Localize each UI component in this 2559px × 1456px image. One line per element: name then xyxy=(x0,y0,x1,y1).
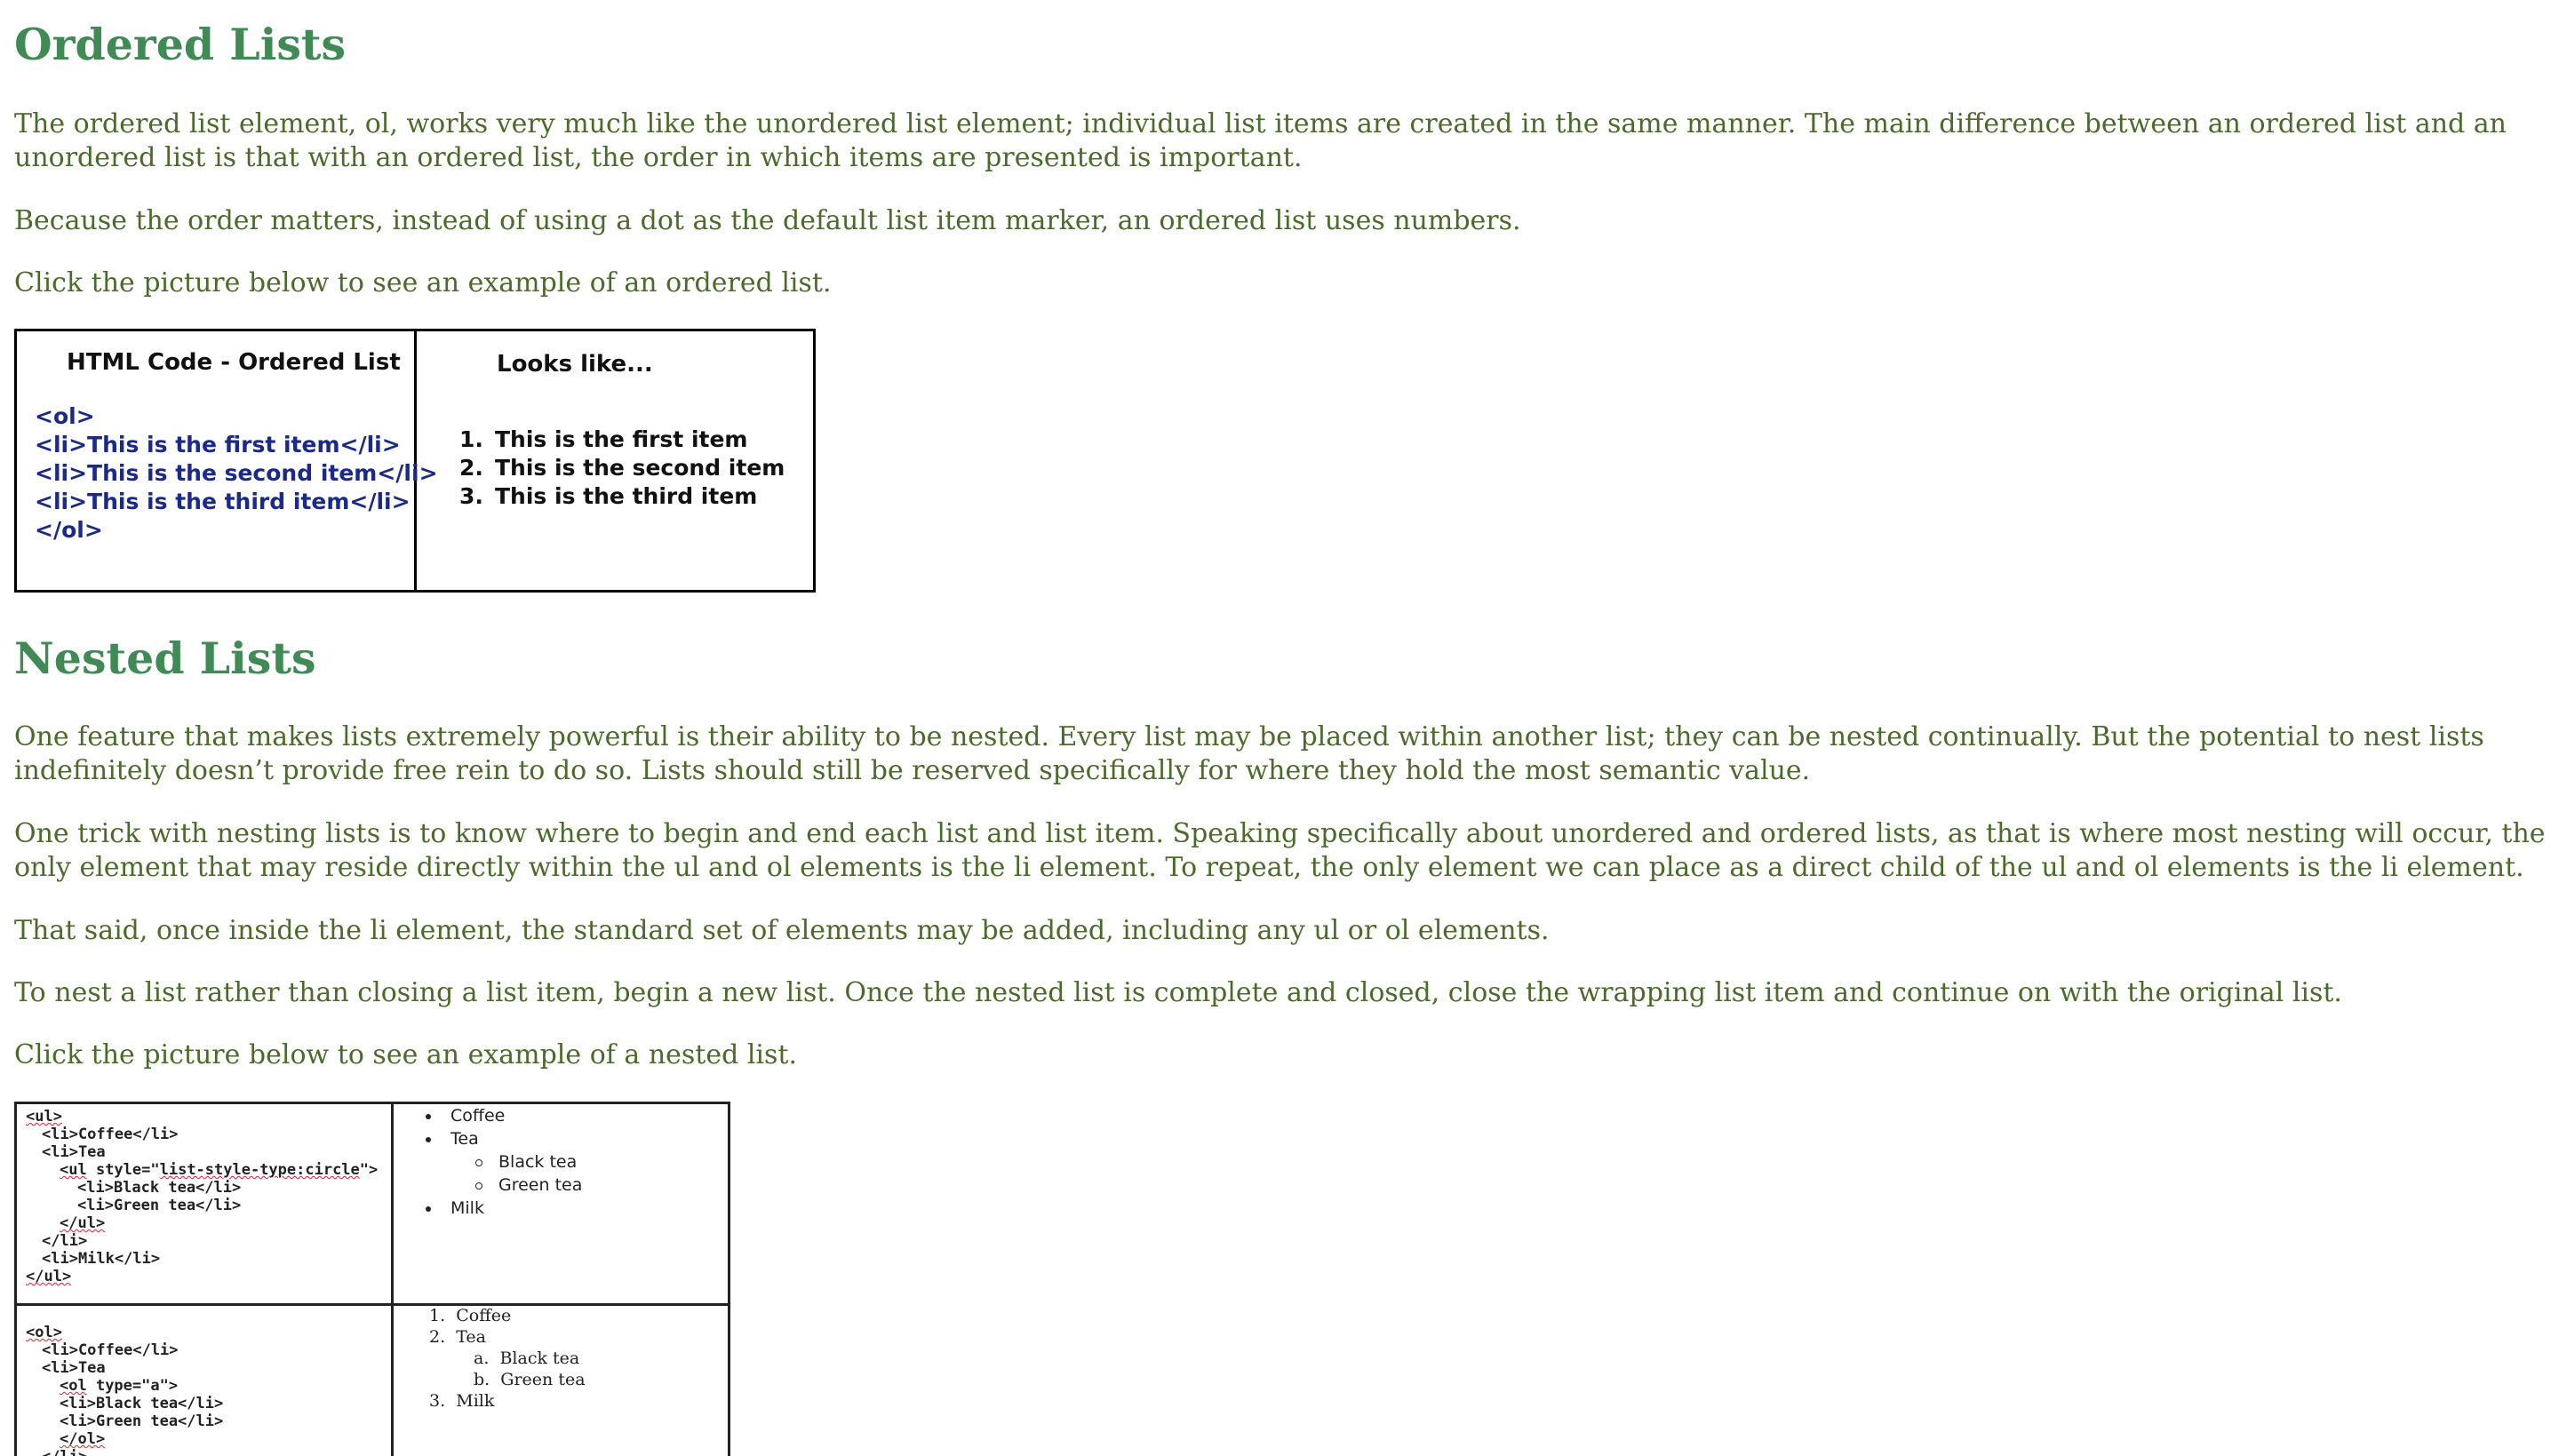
code-line: <li>Tea xyxy=(42,1359,106,1377)
page: Ordered Lists The ordered list element, … xyxy=(0,0,2559,1456)
circle-bullet-icon xyxy=(475,1182,482,1189)
rendered-list-item: 3. This is the third item xyxy=(459,483,758,509)
code-line: <ul> xyxy=(26,1108,62,1126)
ordered-lists-heading: Ordered Lists xyxy=(14,19,347,70)
nested-ol-render-panel: 1. Coffee 2. Tea a. Black tea b. Green t… xyxy=(394,1306,728,1456)
code-line: <li>This is the third item</li> xyxy=(35,489,411,514)
nested-lists-heading: Nested Lists xyxy=(14,633,316,684)
code-lines: <ol> <li>This is the first item</li> <li… xyxy=(35,402,438,545)
ordered-paragraph-1: The ordered list element, ol, works very… xyxy=(14,108,2507,173)
nested-ul-render-panel: Coffee Tea Black tea Green tea Milk xyxy=(394,1104,728,1303)
code-line: <li>Black tea</li> xyxy=(77,1179,242,1197)
rendered-list-item: Tea xyxy=(426,1129,479,1149)
code-line: </ul> xyxy=(26,1268,72,1285)
nested-paragraph-2: One trick with nesting lists is to know … xyxy=(14,818,2546,883)
code-line: </li> xyxy=(42,1232,88,1250)
disc-bullet-icon xyxy=(426,1113,431,1119)
rendered-ordered-list: 1. This is the first item 2. This is the s… xyxy=(459,426,785,511)
code-line: <ol type="a"> xyxy=(60,1377,179,1395)
nested-paragraph-1: One feature that makes lists extremely p… xyxy=(14,721,2484,786)
rendered-list-item: 1. This is the first item xyxy=(459,426,748,452)
ordered-paragraph-3: Click the picture below to see an exampl… xyxy=(14,267,832,298)
code-line: <li>Green tea</li> xyxy=(77,1197,242,1214)
nested-ul-code-panel: <ul> <li>Coffee</li> <li>Tea <ul style="… xyxy=(17,1104,394,1303)
code-line: </li> xyxy=(42,1448,87,1456)
rendered-list-item: 1. Coffee xyxy=(429,1306,512,1325)
rendered-list-item: Coffee xyxy=(426,1106,505,1126)
code-line: <ul style="list-style-type:circle"> xyxy=(60,1161,379,1179)
code-line: </ul> xyxy=(60,1214,106,1232)
code-line: </ol> xyxy=(35,517,103,543)
code-line: <ol> xyxy=(35,403,95,429)
ordered-paragraph-2: Because the order matters, instead of us… xyxy=(14,205,1521,236)
nested-ul-example-row: <ul> <li>Coffee</li> <li>Tea <ul style="… xyxy=(17,1104,728,1306)
rendered-list-item: 3. Milk xyxy=(429,1391,495,1411)
preview-panel: Looks like... 1. This is the first item 2… xyxy=(417,331,813,590)
nested-paragraph-4: To nest a list rather than closing a lis… xyxy=(14,977,2342,1008)
code-line: <li>This is the second item</li> xyxy=(35,460,438,486)
rendered-list-item: b. Green tea xyxy=(474,1370,586,1389)
code-line: <li>Green tea</li> xyxy=(60,1412,224,1430)
code-line: <li>Milk</li> xyxy=(42,1250,161,1268)
circle-bullet-icon xyxy=(475,1158,482,1166)
nested-ol-code-panel: <ol> <li>Coffee</li> <li>Tea <ol type="a… xyxy=(17,1306,394,1456)
ordered-list-example-image[interactable]: HTML Code - Ordered List <ol> <li>This i… xyxy=(14,329,816,593)
code-line: <ol> xyxy=(26,1324,62,1341)
code-panel-heading: HTML Code - Ordered List xyxy=(67,349,401,376)
rendered-list-item: a. Black tea xyxy=(474,1349,580,1368)
code-line: <li>Coffee</li> xyxy=(42,1126,179,1143)
rendered-list-item: Green tea xyxy=(475,1175,582,1195)
nested-list-example-image[interactable]: <ul> <li>Coffee</li> <li>Tea <ul style="… xyxy=(14,1102,730,1456)
disc-bullet-icon xyxy=(426,1136,431,1142)
code-line: <li>Tea xyxy=(42,1143,106,1161)
code-line: <li>This is the first item</li> xyxy=(35,432,401,457)
disc-bullet-icon xyxy=(426,1205,431,1212)
nested-paragraph-5: Click the picture below to see an exampl… xyxy=(14,1039,798,1070)
html-code-panel: HTML Code - Ordered List <ol> <li>This i… xyxy=(17,331,438,590)
nested-paragraph-3: That said, once inside the li element, t… xyxy=(14,915,1550,946)
rendered-list-item: Milk xyxy=(426,1198,484,1218)
preview-panel-heading: Looks like... xyxy=(497,351,653,378)
code-line: <li>Black tea</li> xyxy=(60,1395,224,1412)
rendered-list-item: 2. Tea xyxy=(429,1327,487,1347)
nested-ol-example-row: <ol> <li>Coffee</li> <li>Tea <ol type="a… xyxy=(17,1306,728,1456)
code-line: <li>Coffee</li> xyxy=(42,1341,179,1359)
rendered-list-item: Black tea xyxy=(475,1152,577,1172)
code-line: </ol> xyxy=(60,1430,106,1448)
rendered-list-item: 2. This is the second item xyxy=(459,455,785,481)
